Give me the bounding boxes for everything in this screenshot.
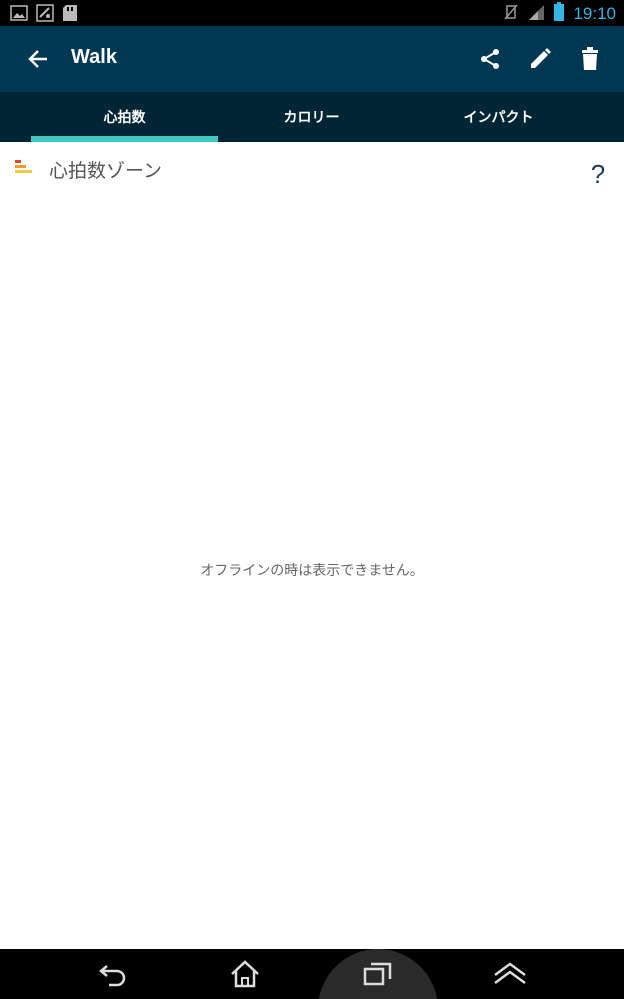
tab-heart-rate[interactable]: 心拍数 [31,92,218,142]
offline-message: オフラインの時は表示できません。 [200,563,424,579]
battery-icon [553,2,565,26]
signal-icon [527,3,545,25]
heart-rate-zone-icon [15,160,33,180]
share-button[interactable] [472,41,508,77]
share-icon [481,49,499,69]
nav-recent-apps-button[interactable] [358,955,398,993]
back-icon [99,965,126,987]
help-button[interactable]: ? [583,157,613,191]
delete-icon [582,47,598,70]
recent-apps-icon [363,962,392,986]
status-bar: 19:10 [0,0,624,26]
nav-back-button[interactable] [93,955,133,993]
gallery-sync-icon [36,4,54,26]
vibrate-off-icon [503,3,519,25]
back-button[interactable] [20,41,56,77]
nav-home-button[interactable] [225,955,265,993]
gallery-icon [10,5,28,25]
section-header: 心拍数ゾーン ? [0,142,624,192]
app-bar: Walk [0,26,624,92]
arrow-back-icon [28,50,47,68]
page-title: Walk [71,46,117,68]
tab-bar: 心拍数 カロリー インパクト [0,92,624,142]
delete-button[interactable] [572,41,608,77]
edit-button[interactable] [522,41,558,77]
nav-menu-button[interactable] [490,955,530,993]
status-time: 19:10 [573,4,616,23]
tab-impact[interactable]: インパクト [405,92,592,142]
sd-card-icon [62,4,78,26]
section-title: 心拍数ゾーン [49,160,163,182]
tab-calories[interactable]: カロリー [218,92,405,142]
edit-icon [531,48,551,68]
home-icon [231,960,259,988]
menu-icon [494,962,526,985]
navigation-bar [0,949,624,999]
